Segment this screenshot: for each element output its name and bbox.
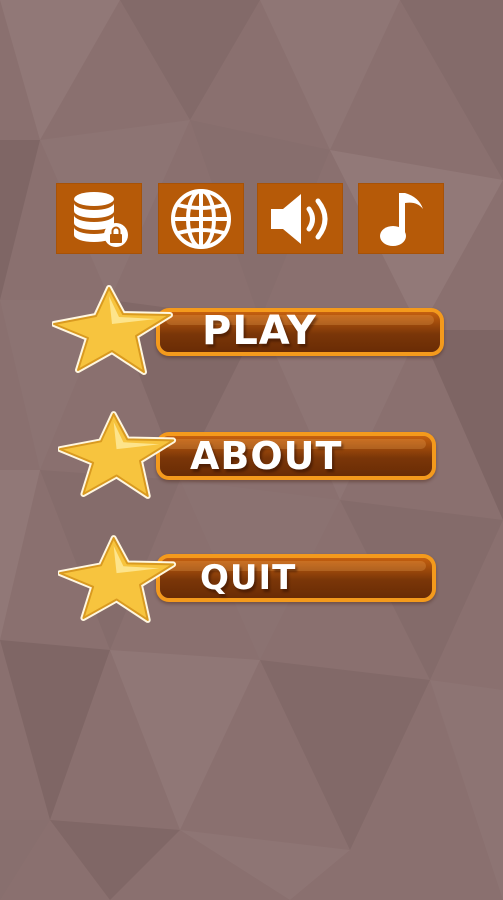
about-label: ABOUT (190, 434, 343, 478)
speaker-volume-icon (271, 193, 328, 244)
about-button[interactable]: ABOUT (58, 410, 438, 500)
star-icon (58, 411, 177, 499)
save-data-button[interactable] (56, 183, 142, 254)
language-button[interactable] (158, 183, 244, 254)
quit-button[interactable]: QUIT (58, 534, 438, 624)
star-icon (58, 535, 177, 623)
play-label: PLAY (202, 308, 317, 354)
database-lock-icon (74, 191, 128, 247)
play-button[interactable]: PLAY (52, 284, 444, 376)
music-note-icon (380, 192, 423, 246)
star-icon (52, 285, 173, 375)
quit-label: QUIT (200, 558, 297, 598)
music-toggle-button[interactable] (358, 183, 444, 254)
globe-icon (171, 188, 231, 249)
sound-toggle-button[interactable] (257, 183, 343, 254)
